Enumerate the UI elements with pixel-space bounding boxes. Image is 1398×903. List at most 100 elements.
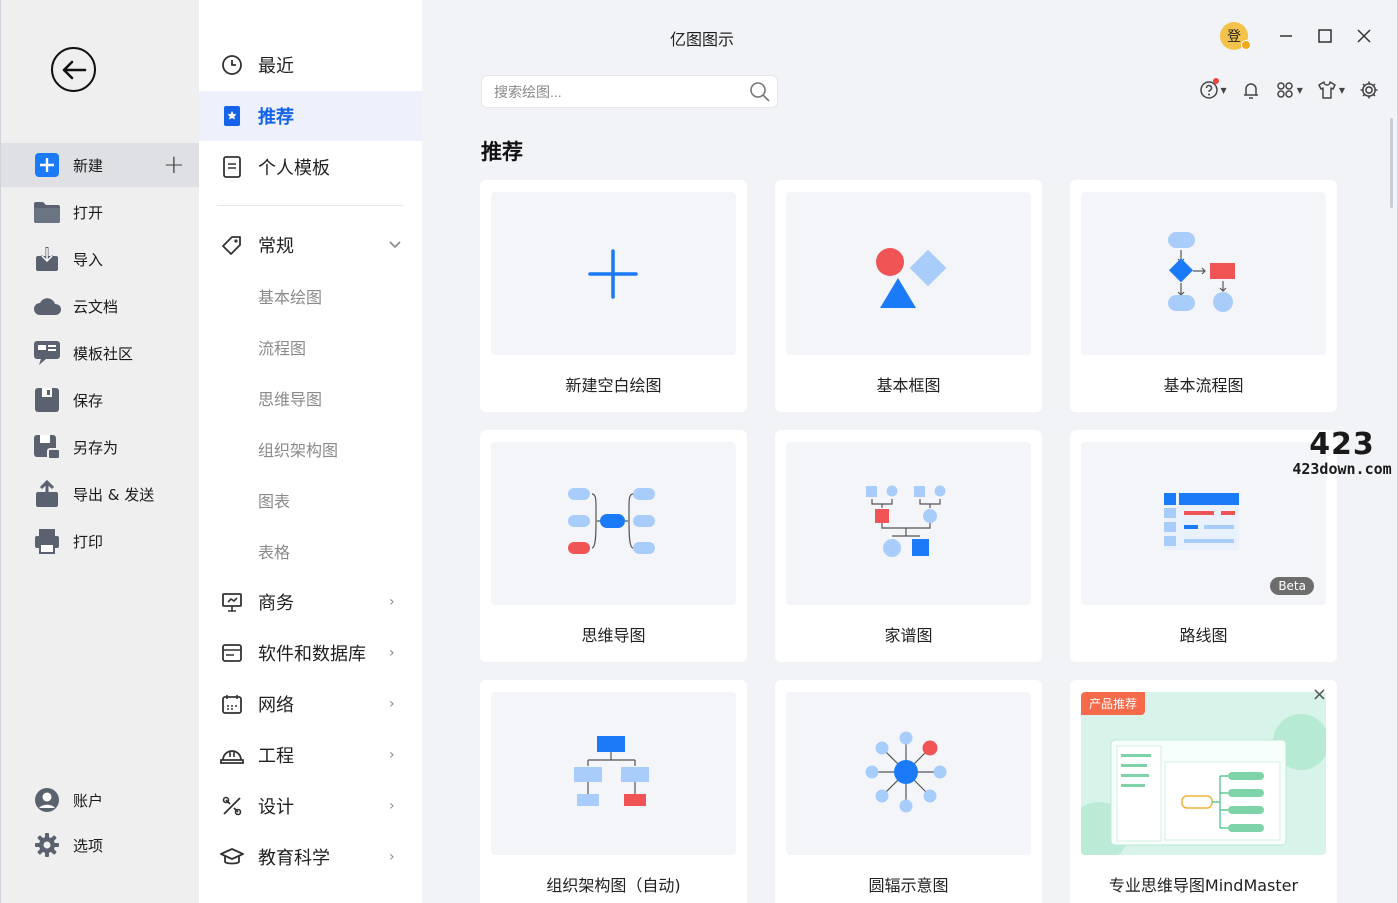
category-recommended-label: 推荐 <box>258 107 294 128</box>
rail-open[interactable]: 打开 <box>1 190 200 234</box>
category-general[interactable]: 常规 <box>199 220 422 270</box>
rail-cloud-label: 云文档 <box>73 297 119 316</box>
template-card-block-diagram[interactable]: 基本框图 <box>775 180 1042 412</box>
template-card-flowchart[interactable]: 基本流程图 <box>1070 180 1337 412</box>
category-recent-label: 最近 <box>258 56 294 77</box>
rail-print[interactable]: 打印 <box>1 519 200 563</box>
caret-down-icon: ▼ <box>1296 85 1303 95</box>
rail-account-label: 账户 <box>73 791 104 810</box>
education-icon <box>220 845 244 869</box>
help-button[interactable]: ▼ <box>1199 78 1227 100</box>
template-thumbnail <box>491 692 736 855</box>
rail-options-label: 选项 <box>73 836 104 855</box>
subcategory-mindmap[interactable]: 思维导图 <box>199 373 422 423</box>
template-card-label: 家谱图 <box>884 626 933 645</box>
template-thumbnail <box>786 192 1031 355</box>
template-card-label: 基本流程图 <box>1163 376 1244 395</box>
subcategory-chart[interactable]: 图表 <box>199 475 422 525</box>
rail-cloud[interactable]: 云文档 <box>1 284 200 328</box>
category-software-db-label: 软件和数据库 <box>258 644 366 665</box>
rail-new[interactable]: 新建 + <box>1 143 200 187</box>
rail-export[interactable]: 导出 & 发送 <box>1 472 200 516</box>
scrollbar[interactable] <box>1390 118 1393 208</box>
close-icon <box>1356 29 1371 43</box>
rail-import-label: 导入 <box>73 250 104 269</box>
template-card-family-tree[interactable]: 家谱图 <box>775 430 1042 662</box>
template-card-radial-diagram[interactable]: 圆辐示意图 <box>775 680 1042 903</box>
theme-button[interactable]: ▼ <box>1317 80 1345 100</box>
search-input[interactable] <box>494 82 744 102</box>
flowchart-icon <box>1168 232 1235 312</box>
section-title: 推荐 <box>481 140 523 164</box>
export-icon <box>33 480 61 508</box>
rail-save-as[interactable]: 另存为 <box>1 425 200 469</box>
category-network[interactable]: 网络 › <box>199 679 422 729</box>
chevron-right-icon: › <box>389 849 395 865</box>
category-business-label: 商务 <box>258 593 294 614</box>
category-education-label: 教育科学 <box>258 848 330 869</box>
account-icon <box>33 786 61 814</box>
template-card-label: 组织架构图（自动) <box>546 876 681 895</box>
rail-community[interactable]: 模板社区 <box>1 331 200 375</box>
template-card-org-chart-auto[interactable]: 组织架构图（自动) <box>480 680 747 903</box>
template-card-label: 路线图 <box>1179 626 1228 645</box>
template-card-blank[interactable]: 新建空白绘图 <box>480 180 747 412</box>
rail-new-label: 新建 <box>73 156 104 175</box>
subcategory-label: 流程图 <box>258 339 307 358</box>
category-recommended[interactable]: 推荐 <box>199 91 422 141</box>
caret-down-icon: ▼ <box>1220 85 1227 95</box>
category-personal-templates[interactable]: 个人模板 <box>199 142 422 192</box>
category-general-label: 常规 <box>258 236 294 257</box>
avatar[interactable]: 登 <box>1220 22 1251 50</box>
rail-options[interactable]: 选项 <box>1 823 200 867</box>
subcategory-basic-drawing[interactable]: 基本绘图 <box>199 271 422 321</box>
subcategory-flowchart[interactable]: 流程图 <box>199 322 422 372</box>
chevron-right-icon: › <box>389 594 395 610</box>
design-icon <box>220 794 244 818</box>
search-box <box>481 75 778 108</box>
document-icon <box>220 155 244 179</box>
minimize-button[interactable] <box>1266 22 1305 50</box>
apps-button[interactable]: ▼ <box>1275 80 1303 100</box>
template-card-label: 基本框图 <box>876 376 941 395</box>
category-business[interactable]: 商务 › <box>199 577 422 627</box>
category-recent[interactable]: 最近 <box>199 40 422 90</box>
maximize-button[interactable] <box>1305 22 1344 50</box>
rail-save-as-label: 另存为 <box>73 438 119 457</box>
close-button[interactable] <box>1344 22 1383 50</box>
plus-icon[interactable]: + <box>163 152 185 178</box>
browser-icon <box>220 641 244 665</box>
vip-badge-icon <box>1241 40 1251 50</box>
presentation-icon <box>220 590 244 614</box>
subcategory-orgchart[interactable]: 组织架构图 <box>199 424 422 474</box>
subcategory-table[interactable]: 表格 <box>199 526 422 576</box>
promo-card-mindmaster[interactable]: × 产品推荐 专业思维导图MindMaster <box>1070 680 1337 903</box>
subcategory-label: 组织架构图 <box>258 441 339 460</box>
chevron-right-icon: › <box>389 696 395 712</box>
save-as-icon <box>33 433 61 461</box>
rail-print-label: 打印 <box>73 532 104 551</box>
rail-account[interactable]: 账户 <box>1 778 200 822</box>
notifications-button[interactable] <box>1241 80 1261 100</box>
gear-icon <box>1360 81 1378 99</box>
template-card-mindmap[interactable]: 思维导图 <box>480 430 747 662</box>
search-icon[interactable] <box>749 81 771 107</box>
tag-icon <box>220 233 244 257</box>
category-design[interactable]: 设计 › <box>199 781 422 831</box>
settings-button[interactable] <box>1359 80 1379 100</box>
community-icon <box>33 339 61 367</box>
mindmaster-preview-image <box>1081 714 1326 855</box>
chevron-down-icon <box>389 237 401 253</box>
cloud-icon <box>33 292 61 320</box>
category-software-db[interactable]: 软件和数据库 › <box>199 628 422 678</box>
template-thumbnail <box>786 692 1031 855</box>
rail-save[interactable]: 保存 <box>1 378 200 422</box>
category-engineering[interactable]: 工程 › <box>199 730 422 780</box>
rail-import[interactable]: 导入 <box>1 237 200 281</box>
network-icon <box>220 692 244 716</box>
category-education[interactable]: 教育科学 › <box>199 832 422 882</box>
maximize-icon <box>1317 29 1332 43</box>
caret-down-icon: ▼ <box>1338 85 1345 95</box>
close-icon[interactable]: × <box>1312 686 1327 704</box>
back-button[interactable] <box>51 47 96 92</box>
